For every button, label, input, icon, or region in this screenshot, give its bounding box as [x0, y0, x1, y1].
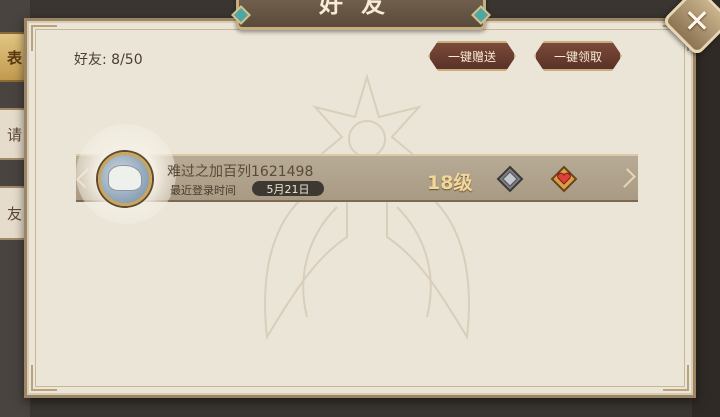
window-title: 好友: [319, 0, 403, 18]
corner-ornament: [31, 365, 57, 391]
claim-all-button[interactable]: 一键领取: [534, 41, 622, 71]
last-login-label: 最近登录时间: [170, 184, 236, 197]
silver-gem-icon[interactable]: [496, 165, 524, 193]
last-login-date: 5月21日: [252, 181, 324, 196]
corner-ornament: [31, 25, 57, 51]
claim-all-label: 一键领取: [553, 49, 602, 64]
tab-list-label: 表: [6, 48, 22, 67]
gift-all-label: 一键赠送: [447, 49, 496, 64]
friend-count: 好友: 8/50: [74, 52, 143, 68]
background-right: [692, 0, 720, 417]
heart-gift-icon[interactable]: [550, 165, 578, 193]
gift-all-button[interactable]: 一键赠送: [428, 41, 516, 71]
friend-level: 18级: [427, 172, 473, 194]
close-icon[interactable]: ✕: [672, 0, 720, 46]
dragon-avatar-icon: [108, 165, 142, 191]
friend-name: 难过之加百列1621498: [167, 164, 314, 180]
tab-requests-label: 请: [6, 125, 22, 144]
winged-emblem-watermark: [264, 73, 470, 341]
corner-ornament: [663, 365, 689, 391]
tab-add-friend-label: 友: [6, 204, 22, 223]
row-ornament-right-icon: [616, 168, 636, 188]
window-title-plaque: 好友: [236, 0, 486, 30]
